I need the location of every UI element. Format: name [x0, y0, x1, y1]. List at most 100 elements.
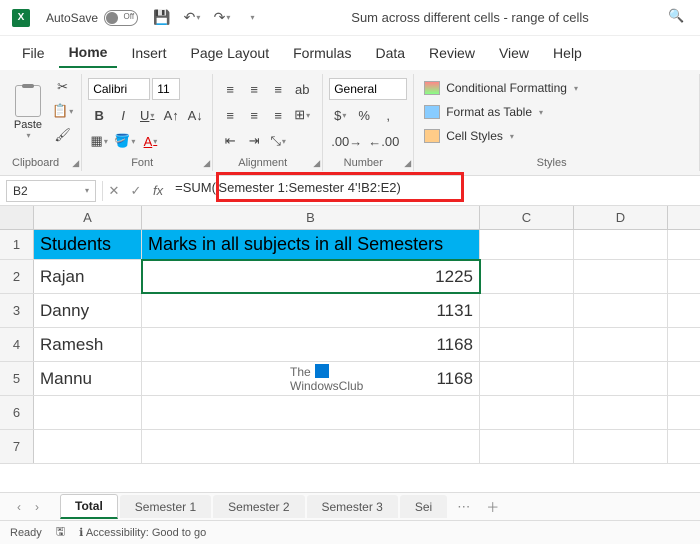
sheet-tab-sem4[interactable]: Sei	[400, 495, 447, 518]
row-header[interactable]: 3	[0, 294, 34, 327]
cell[interactable]: Marks in all subjects in all Semesters	[142, 230, 480, 259]
save-icon[interactable]: 💾	[152, 8, 172, 28]
name-box[interactable]: B2▾	[6, 180, 96, 202]
col-header-c[interactable]: C	[480, 206, 574, 229]
row-header[interactable]: 7	[0, 430, 34, 463]
fill-color-icon[interactable]: 🪣▾	[112, 130, 137, 152]
cell[interactable]	[574, 294, 668, 327]
cell[interactable]	[34, 396, 142, 429]
tab-help[interactable]: Help	[543, 39, 592, 67]
cell[interactable]: Students	[34, 230, 142, 259]
number-format-select[interactable]	[329, 78, 407, 100]
cell[interactable]	[480, 362, 574, 395]
tab-data[interactable]: Data	[365, 39, 415, 67]
cell[interactable]	[480, 396, 574, 429]
col-header-a[interactable]: A	[34, 206, 142, 229]
font-size-select[interactable]	[152, 78, 180, 100]
bold-button[interactable]: B	[88, 104, 110, 126]
sheet-nav-prev-icon[interactable]: ‹	[10, 500, 28, 514]
increase-indent-icon[interactable]: ⇥	[243, 130, 265, 152]
increase-font-icon[interactable]: A↑	[160, 104, 182, 126]
cell[interactable]	[574, 328, 668, 361]
italic-button[interactable]: I	[112, 104, 134, 126]
row-header[interactable]: 4	[0, 328, 34, 361]
number-launcher-icon[interactable]: ◢	[404, 158, 411, 169]
decrease-font-icon[interactable]: A↓	[184, 104, 206, 126]
status-accessibility[interactable]: ℹ︎ Accessibility: Good to go	[79, 526, 206, 539]
tab-page-layout[interactable]: Page Layout	[180, 39, 279, 67]
align-left-icon[interactable]: ≡	[219, 104, 241, 126]
autosave-toggle[interactable]: Off	[104, 10, 138, 26]
add-sheet-icon[interactable]: ＋	[478, 497, 507, 516]
sheet-tab-total[interactable]: Total	[60, 494, 118, 519]
sheet-tab-sem2[interactable]: Semester 2	[213, 495, 304, 518]
format-painter-icon[interactable]: 🖌	[50, 124, 75, 146]
cell[interactable]	[480, 260, 574, 293]
tab-review[interactable]: Review	[419, 39, 485, 67]
wrap-text-icon[interactable]: ab	[291, 78, 313, 100]
cut-icon[interactable]: ✂	[50, 76, 75, 98]
clipboard-launcher-icon[interactable]: ◢	[72, 158, 79, 169]
active-cell[interactable]: 1225	[142, 260, 480, 293]
redo-icon[interactable]: ↷▾	[212, 8, 232, 28]
tab-insert[interactable]: Insert	[121, 39, 176, 67]
cell[interactable]	[574, 430, 668, 463]
align-middle-icon[interactable]: ≡	[243, 78, 265, 100]
conditional-formatting-button[interactable]: Conditional Formatting▾	[420, 76, 693, 100]
fx-icon[interactable]: fx	[153, 183, 163, 198]
font-color-icon[interactable]: A▾	[139, 130, 161, 152]
row-header[interactable]: 1	[0, 230, 34, 259]
cell[interactable]: 1168	[142, 362, 480, 395]
underline-button[interactable]: U▾	[136, 104, 158, 126]
cell[interactable]	[574, 260, 668, 293]
comma-icon[interactable]: ,	[377, 104, 399, 126]
align-bottom-icon[interactable]: ≡	[267, 78, 289, 100]
col-header-d[interactable]: D	[574, 206, 668, 229]
paste-button[interactable]: Paste ▾	[6, 76, 50, 148]
align-center-icon[interactable]: ≡	[243, 104, 265, 126]
cell[interactable]: 1168	[142, 328, 480, 361]
cell[interactable]	[34, 430, 142, 463]
orientation-icon[interactable]: ⤡▾	[267, 130, 289, 152]
cell[interactable]: Ramesh	[34, 328, 142, 361]
qat-overflow[interactable]: ▾	[242, 8, 262, 28]
cell[interactable]	[142, 396, 480, 429]
copy-icon[interactable]: 📋▾	[50, 100, 75, 122]
sheet-tab-sem3[interactable]: Semester 3	[307, 495, 398, 518]
sheet-tab-sem1[interactable]: Semester 1	[120, 495, 211, 518]
decrease-decimal-icon[interactable]: ←.00	[366, 130, 401, 152]
sheet-nav-next-icon[interactable]: ›	[28, 500, 46, 514]
row-header[interactable]: 6	[0, 396, 34, 429]
cell[interactable]: 1131	[142, 294, 480, 327]
cancel-formula-icon[interactable]: ✕	[103, 180, 125, 202]
select-all-corner[interactable]	[0, 206, 34, 229]
currency-icon[interactable]: $▾	[329, 104, 351, 126]
merge-icon[interactable]: ⊞▾	[291, 104, 313, 126]
cell[interactable]	[480, 230, 574, 259]
borders-icon[interactable]: ▦▾	[88, 130, 110, 152]
undo-icon[interactable]: ↶▾	[182, 8, 202, 28]
increase-decimal-icon[interactable]: .00→	[329, 130, 364, 152]
tab-formulas[interactable]: Formulas	[283, 39, 361, 67]
cell[interactable]: Mannu	[34, 362, 142, 395]
format-as-table-button[interactable]: Format as Table▾	[420, 100, 693, 124]
align-right-icon[interactable]: ≡	[267, 104, 289, 126]
row-header[interactable]: 2	[0, 260, 34, 293]
cell[interactable]	[480, 294, 574, 327]
cell[interactable]	[574, 230, 668, 259]
align-top-icon[interactable]: ≡	[219, 78, 241, 100]
percent-icon[interactable]: %	[353, 104, 375, 126]
sheet-overflow-icon[interactable]: ⋯	[449, 499, 478, 515]
cell-styles-button[interactable]: Cell Styles▾	[420, 124, 693, 148]
col-header-b[interactable]: B	[142, 206, 480, 229]
cell[interactable]	[574, 396, 668, 429]
decrease-indent-icon[interactable]: ⇤	[219, 130, 241, 152]
search-icon[interactable]: 🔍	[668, 8, 688, 28]
cell[interactable]: Rajan	[34, 260, 142, 293]
tab-home[interactable]: Home	[59, 38, 118, 68]
row-header[interactable]: 5	[0, 362, 34, 395]
cell[interactable]	[480, 430, 574, 463]
cell[interactable]	[142, 430, 480, 463]
tab-file[interactable]: File	[12, 39, 55, 67]
cell[interactable]	[480, 328, 574, 361]
